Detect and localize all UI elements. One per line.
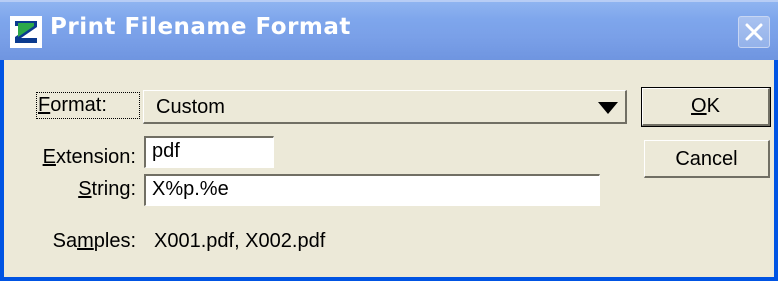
extension-label: Extension: — [42, 146, 136, 168]
close-button[interactable] — [738, 16, 770, 48]
format-dropdown[interactable]: Custom — [143, 90, 627, 124]
ok-button[interactable]: OK — [641, 87, 771, 127]
string-input[interactable]: X%p.%e — [144, 174, 600, 206]
format-label: Format: — [36, 92, 140, 119]
window-title: Print Filename Format — [50, 14, 351, 40]
microstation-icon — [10, 16, 42, 48]
format-dropdown-value: Custom — [156, 96, 225, 118]
title-bar[interactable]: Print Filename Format — [0, 0, 778, 60]
chevron-down-icon[interactable] — [598, 102, 618, 114]
string-label: String: — [78, 178, 136, 200]
samples-label: Samples: — [52, 230, 136, 252]
dialog-window: Print Filename Format Format: Custom Ext… — [0, 0, 778, 281]
close-icon — [745, 23, 763, 41]
cancel-button[interactable]: Cancel — [644, 140, 770, 178]
samples-value: X001.pdf, X002.pdf — [154, 230, 326, 252]
extension-input[interactable]: pdf — [144, 136, 274, 168]
